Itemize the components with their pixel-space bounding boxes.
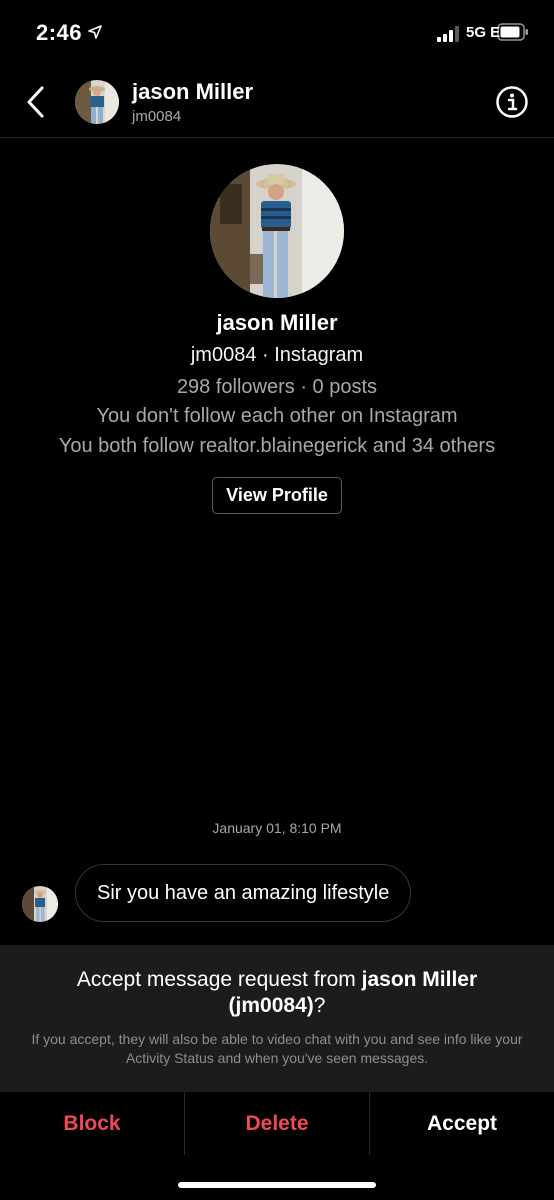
message-text: Sir you have an amazing lifestyle	[97, 881, 390, 904]
request-title-suffix: ?	[313, 994, 326, 1017]
status-time: 2:46	[36, 20, 83, 45]
follow-status: You don't follow each other on Instagram	[96, 405, 458, 427]
request-title-name: jason Miller	[361, 968, 478, 991]
request-title-prefix: Accept message request from	[76, 968, 362, 991]
header-username[interactable]: jason Miller	[132, 79, 253, 105]
profile-avatar[interactable]	[210, 164, 344, 298]
profile-photo-icon	[210, 164, 344, 298]
block-button[interactable]: Block	[0, 1092, 184, 1155]
signal-bars-icon	[437, 26, 459, 42]
message-request-panel: Accept message request from jason Miller…	[0, 945, 554, 1091]
request-description: If you accept, they will also be able to…	[31, 1031, 523, 1066]
profile-name: jason Miller	[216, 310, 338, 335]
accept-button[interactable]: Accept	[369, 1092, 554, 1155]
view-profile-button[interactable]: View Profile	[212, 477, 342, 514]
profile-photo-icon	[75, 80, 119, 124]
home-indicator[interactable]	[178, 1182, 376, 1188]
request-title-handle: (jm0084)	[228, 994, 314, 1017]
header-handle: jm0084	[132, 108, 182, 125]
location-arrow-icon	[88, 25, 102, 39]
status-bar: 2:46 5G E	[0, 0, 554, 66]
profile-stats: 298 followers · 0 posts	[176, 376, 378, 398]
profile-handle: jm0084 · Instagram	[190, 344, 364, 366]
header-avatar[interactable]	[75, 80, 119, 124]
message-timestamp: January 01, 8:10 PM	[212, 820, 342, 836]
profile-photo-icon	[22, 886, 58, 922]
info-icon[interactable]	[495, 85, 529, 119]
conversation-header: jason Miller jm0084	[0, 66, 554, 138]
request-action-bar: Block Delete Accept	[0, 1091, 554, 1155]
message-sender-avatar[interactable]	[22, 886, 58, 922]
network-indicator: 5G E	[466, 24, 501, 41]
battery-icon	[497, 23, 528, 41]
chevron-left-icon[interactable]	[22, 84, 52, 120]
delete-button[interactable]: Delete	[184, 1092, 369, 1155]
mutual-followers: You both follow realtor.blainegerick and…	[58, 435, 496, 457]
request-title: Accept message request from jason Miller…	[20, 967, 534, 1019]
message-bubble[interactable]: Sir you have an amazing lifestyle	[75, 864, 412, 922]
